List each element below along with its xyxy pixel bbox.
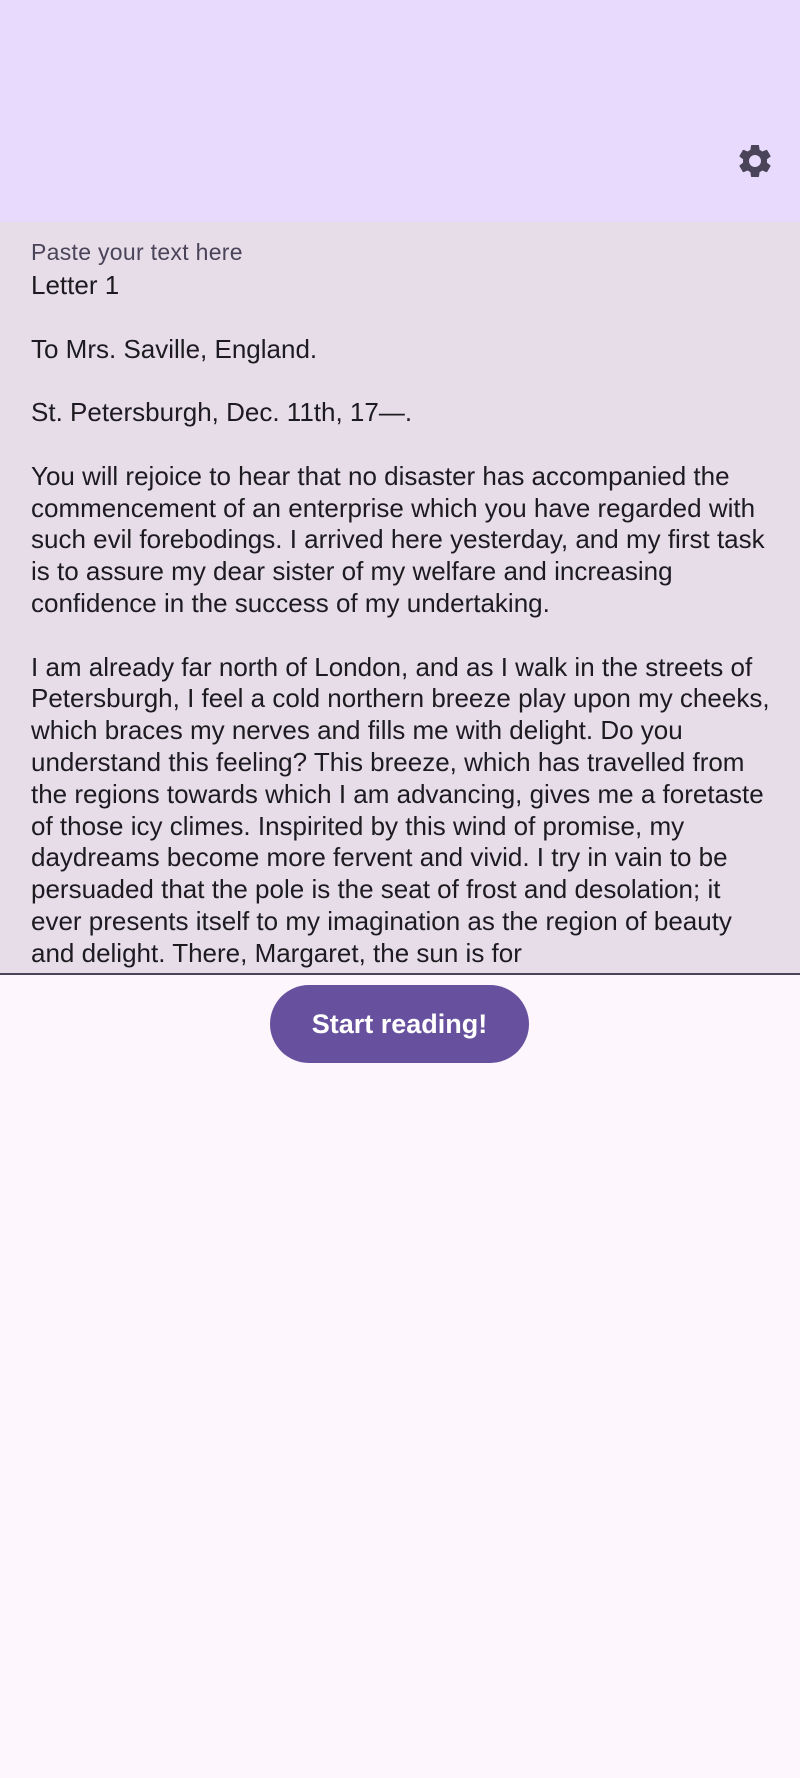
start-reading-button[interactable]: Start reading! [270, 985, 529, 1063]
text-field-content[interactable]: Letter 1 To Mrs. Saville, England. St. P… [31, 270, 771, 970]
text-input-field[interactable]: Paste your text here Letter 1 To Mrs. Sa… [0, 222, 800, 975]
text-field-label: Paste your text here [31, 239, 243, 265]
gear-icon [735, 141, 775, 181]
settings-button[interactable] [730, 136, 780, 186]
top-app-bar [0, 0, 800, 222]
